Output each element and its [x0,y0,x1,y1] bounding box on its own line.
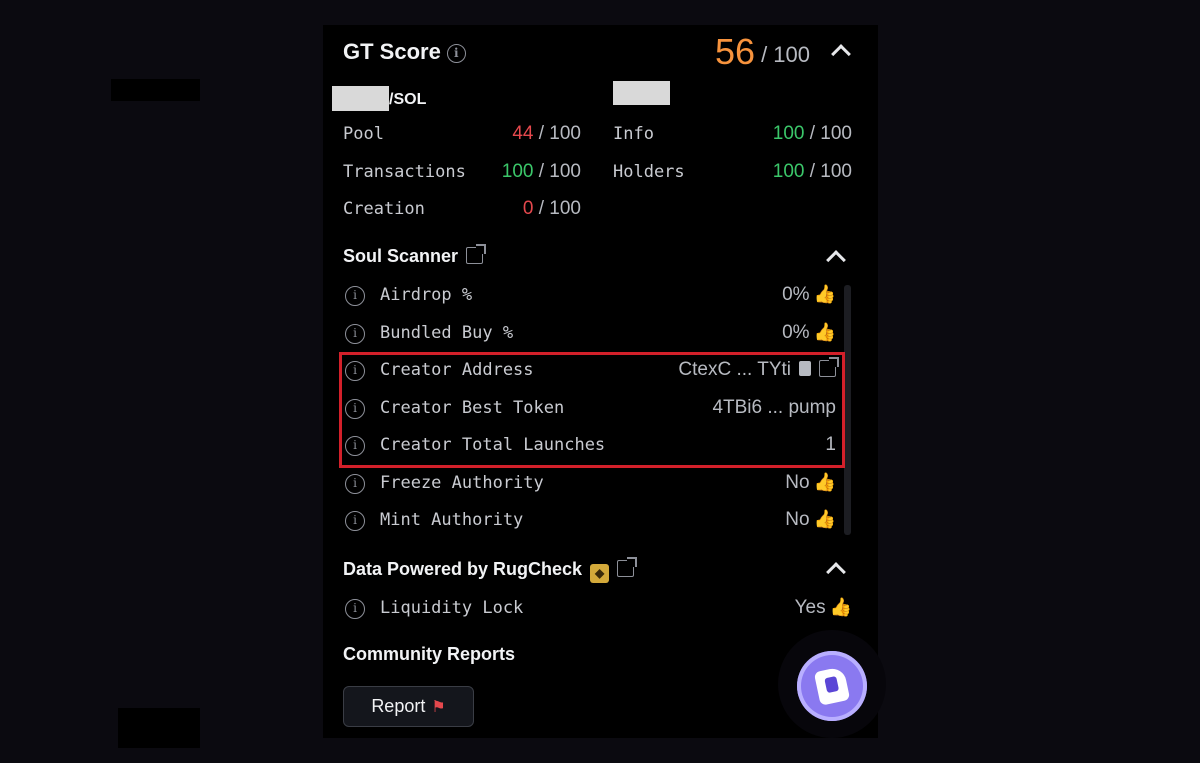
thumbs-up-icon: 👍 [813,509,836,529]
gecko-logo-icon [813,666,851,706]
pair-label: /SOL [332,86,426,111]
metric-value: 44 / 100 [512,123,581,144]
metric-label: Info [613,124,654,144]
gt-score-title: GT Score i [343,39,466,65]
thumbs-up-icon: 👍 [829,597,852,617]
metric-value: 100 / 100 [501,161,581,182]
scanner-value: 0% 👍 [782,322,836,343]
thumbs-up-icon: 👍 [813,472,836,492]
soul-scanner-title: Soul Scanner [343,244,487,267]
scanner-value: No 👍 [785,472,836,493]
chevron-up-icon[interactable] [826,250,846,270]
metric-label: Transactions [343,162,466,182]
metric-value: 100 / 100 [772,161,852,182]
chevron-up-icon[interactable] [826,562,846,582]
chevron-up-icon[interactable] [831,44,851,64]
gt-score-value: 56/ 100 [715,31,810,72]
info-icon[interactable]: i [345,324,365,344]
community-reports-title: Community Reports [343,644,516,664]
rugcheck-logo-icon: ◆ [590,564,610,583]
external-link-icon[interactable] [617,557,638,577]
thumbs-up-icon: 👍 [813,322,836,342]
metric-label: Creation [343,199,425,219]
info-icon[interactable]: i [345,599,365,619]
scanner-row: i Mint Authority No 👍 [343,507,836,537]
redacted-token-name [332,86,389,111]
info-icon[interactable]: i [345,511,365,531]
scanner-row: i Airdrop % 0% 👍 [343,282,836,312]
info-icon[interactable]: i [446,44,466,63]
info-icon[interactable]: i [345,286,365,306]
highlight-box [339,352,845,468]
redacted-block [118,708,200,748]
metric-value: 0 / 100 [522,198,581,219]
external-link-icon[interactable] [466,244,487,264]
scanner-row: i Bundled Buy % 0% 👍 [343,320,836,350]
rugcheck-value: Yes 👍 [794,597,852,618]
assistant-fab-button[interactable] [797,651,867,721]
metric-label: Pool [343,124,384,144]
report-button[interactable]: Report ⚑ [343,686,474,727]
flag-icon: ⚑ [431,699,446,716]
info-icon[interactable]: i [345,474,365,494]
rugcheck-title: Data Powered by RugCheck ◆ [343,557,638,583]
metric-value: 100 / 100 [772,123,852,144]
scanner-row: i Freeze Authority No 👍 [343,470,836,500]
rugcheck-row: i Liquidity Lock Yes 👍 [343,595,852,625]
thumbs-up-icon: 👍 [813,284,836,304]
scrollbar[interactable] [844,285,851,535]
redacted-block [613,81,670,105]
redacted-block [111,79,200,101]
scanner-value: 0% 👍 [782,284,836,305]
token-score-panel: GT Score i 56/ 100 /SOL Pool 44 / 100 Inf… [323,25,878,738]
metric-label: Holders [613,162,685,182]
scanner-value: No 👍 [785,509,836,530]
gt-score-header: GT Score i 56/ 100 [343,31,851,72]
